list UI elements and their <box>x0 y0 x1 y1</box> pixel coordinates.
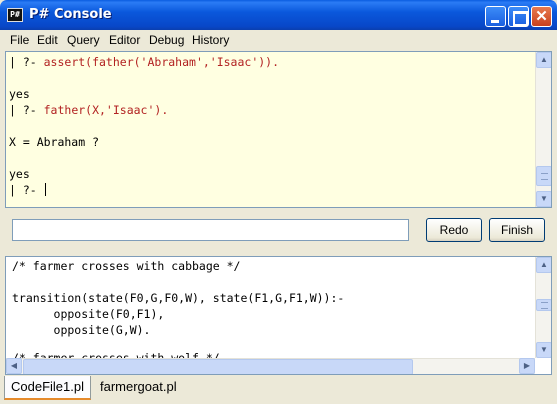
editor-line: transition(state(F0,G,F0,W), state(F1,G,… <box>12 291 345 305</box>
maximize-button[interactable] <box>508 6 529 27</box>
console-line: X = Abraham ? <box>9 135 100 149</box>
console-output[interactable]: | ?- assert(father('Abraham','Isaac')). … <box>5 51 552 208</box>
editor-vertical-scrollbar[interactable]: ▲ ▼ <box>535 257 551 358</box>
app-icon: P# <box>7 8 23 22</box>
menu-file[interactable]: File <box>10 33 29 47</box>
horizontal-scroll-thumb[interactable] <box>23 359 413 374</box>
menu-history[interactable]: History <box>192 33 229 47</box>
scroll-thumb[interactable] <box>536 299 551 311</box>
title-bar: P# P# Console ✕ <box>0 0 557 30</box>
scroll-down-icon[interactable]: ▼ <box>536 191 551 207</box>
tab-farmergoat[interactable]: farmergoat.pl <box>94 376 183 400</box>
console-line: yes <box>9 87 30 101</box>
code-editor[interactable]: /* farmer crosses with cabbage */ transi… <box>5 256 552 375</box>
finish-button[interactable]: Finish <box>489 218 545 242</box>
scroll-up-icon[interactable]: ▲ <box>536 257 551 273</box>
console-vertical-scrollbar[interactable]: ▲ ▼ <box>535 52 551 207</box>
menu-debug[interactable]: Debug <box>149 33 184 47</box>
text-caret <box>44 183 46 196</box>
tab-codefile1[interactable]: CodeFile1.pl <box>4 376 91 400</box>
scroll-left-icon[interactable]: ◀ <box>6 358 22 374</box>
scroll-up-icon[interactable]: ▲ <box>536 52 551 68</box>
menu-bar: File Edit Query Editor Debug History <box>4 30 553 50</box>
window-title: P# Console <box>29 7 112 22</box>
scroll-thumb[interactable] <box>536 166 551 186</box>
scroll-down-icon[interactable]: ▼ <box>536 342 551 358</box>
scroll-right-icon[interactable]: ▶ <box>519 358 535 374</box>
console-prompt-line: | ?- <box>9 183 46 197</box>
menu-query[interactable]: Query <box>67 33 100 47</box>
query-input[interactable] <box>12 219 409 241</box>
file-tabs: CodeFile1.pl farmergoat.pl <box>0 376 557 404</box>
menu-editor[interactable]: Editor <box>109 33 140 47</box>
menu-edit[interactable]: Edit <box>37 33 58 47</box>
console-line: | ?- assert(father('Abraham','Isaac')). <box>9 55 280 69</box>
editor-line: /* farmer crosses with cabbage */ <box>12 259 241 273</box>
redo-button[interactable]: Redo <box>426 218 482 242</box>
console-line: | ?- father(X,'Isaac'). <box>9 103 169 117</box>
editor-line: /* farmer crosses with wolf */ <box>12 351 220 358</box>
console-line: yes <box>9 167 30 181</box>
editor-horizontal-scrollbar[interactable]: ◀ ▶ <box>6 358 535 374</box>
close-icon: ✕ <box>535 8 548 25</box>
editor-line: opposite(G,W). <box>12 323 151 337</box>
close-button[interactable]: ✕ <box>531 6 552 27</box>
editor-line: opposite(F0,F1), <box>12 307 165 321</box>
minimize-button[interactable] <box>485 6 506 27</box>
